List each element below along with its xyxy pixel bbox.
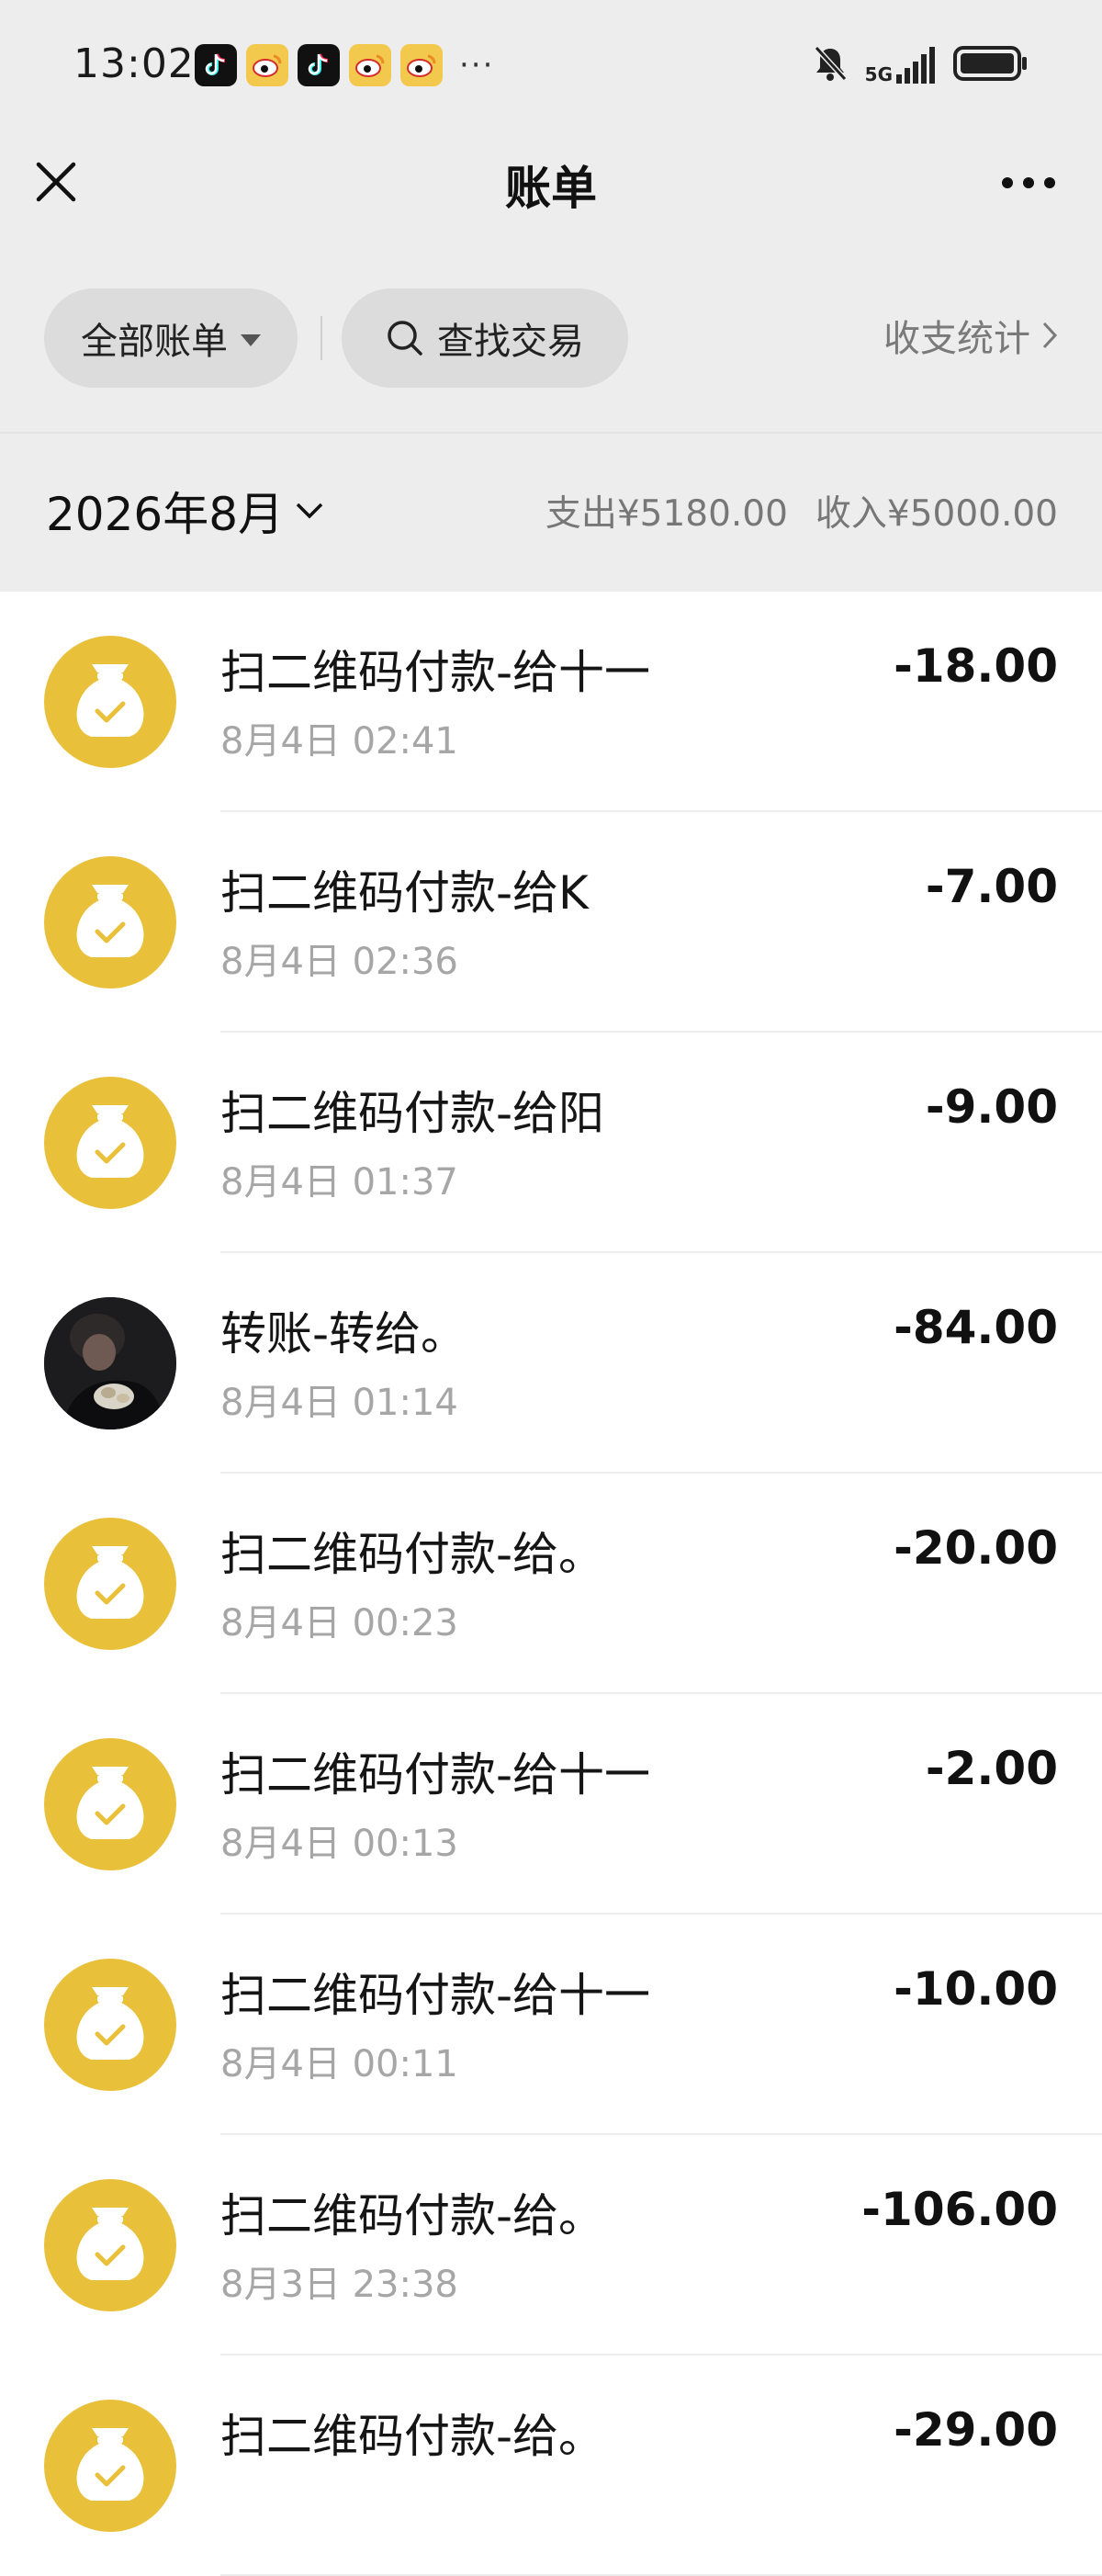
transaction-title: 扫二维码付款-给。 <box>220 2189 605 2243</box>
transaction-title: 扫二维码付款-给十一 <box>220 1748 651 1802</box>
transaction-row[interactable]: 扫二维码付款-给。 8月3日 23:38 -106.00 <box>0 2135 1102 2356</box>
money-bag-icon <box>44 1518 176 1650</box>
all-bills-filter[interactable]: 全部账单 <box>44 288 298 388</box>
weibo-icon <box>246 44 288 86</box>
search-label: 查找交易 <box>437 321 584 363</box>
income-expense-stats-link[interactable]: 收支统计 <box>883 309 1058 362</box>
signal-icon: 5G <box>865 47 937 84</box>
transaction-title: 扫二维码付款-给阳 <box>220 1087 605 1140</box>
transaction-title: 扫二维码付款-给十一 <box>220 1969 651 2022</box>
month-label: 2026年8月 <box>46 488 285 541</box>
transaction-row[interactable]: 转账-转给。 8月4日 01:14 -84.00 <box>0 1253 1102 1474</box>
weibo-icon <box>400 44 443 86</box>
tiktok-icon <box>298 44 340 86</box>
transaction-amount: -29.00 <box>894 2403 1058 2457</box>
month-picker[interactable]: 2026年8月 <box>46 478 324 544</box>
money-bag-icon <box>44 2179 176 2311</box>
network-type: 5G <box>864 63 893 85</box>
transaction-row[interactable]: 扫二维码付款-给。 -29.00 <box>0 2356 1102 2576</box>
transaction-time: 8月4日 00:11 <box>220 2043 458 2085</box>
filter-divider <box>320 316 322 360</box>
money-bag-icon <box>44 636 176 768</box>
chevron-down-icon <box>296 503 323 519</box>
transaction-row[interactable]: 扫二维码付款-给K 8月4日 02:36 -7.00 <box>0 812 1102 1033</box>
money-bag-icon <box>44 2400 176 2532</box>
transaction-row[interactable]: 扫二维码付款-给十一 8月4日 00:11 -10.00 <box>0 1915 1102 2135</box>
mute-bell-icon <box>812 44 849 86</box>
transaction-title: 转账-转给。 <box>220 1307 467 1361</box>
transaction-time: 8月4日 01:37 <box>220 1161 458 1203</box>
more-options-button[interactable] <box>992 155 1065 210</box>
status-time: 13:02 <box>73 40 195 87</box>
search-icon <box>388 321 422 356</box>
transaction-time: 8月4日 01:14 <box>220 1382 458 1424</box>
weibo-icon <box>349 44 391 86</box>
transaction-time: 8月4日 02:36 <box>220 941 458 983</box>
transaction-row[interactable]: 扫二维码付款-给。 8月4日 00:23 -20.00 <box>0 1474 1102 1694</box>
transaction-row[interactable]: 扫二维码付款-给十一 8月4日 02:41 -18.00 <box>0 592 1102 812</box>
system-icons: 5G <box>812 44 1029 86</box>
transaction-time: 8月3日 23:38 <box>220 2264 458 2306</box>
transaction-title: 扫二维码付款-给。 <box>220 1528 605 1581</box>
all-bills-label: 全部账单 <box>81 321 228 363</box>
transaction-title: 扫二维码付款-给。 <box>220 2410 605 2463</box>
transaction-row[interactable]: 扫二维码付款-给阳 8月4日 01:37 -9.00 <box>0 1033 1102 1253</box>
user-avatar <box>44 1297 176 1429</box>
notification-icons: ··· <box>195 44 494 86</box>
money-bag-icon <box>44 856 176 989</box>
month-summary-row: 2026年8月 支出¥5180.00 收入¥5000.00 <box>0 434 1102 592</box>
top-area: 13:02 ··· 5G 账单 全部账单 查找交易 收支统计 2026年8月 支… <box>0 0 1102 592</box>
more-icon <box>1002 177 1055 188</box>
status-bar: 13:02 ··· 5G <box>0 0 1102 133</box>
transaction-amount: -106.00 <box>861 2183 1058 2236</box>
transaction-amount: -9.00 <box>925 1080 1058 1134</box>
transaction-time: 8月4日 00:13 <box>220 1823 458 1865</box>
expense-total: 支出¥5180.00 <box>545 493 788 535</box>
transaction-amount: -18.00 <box>894 639 1058 693</box>
transaction-row[interactable]: 扫二维码付款-给十一 8月4日 00:13 -2.00 <box>0 1694 1102 1915</box>
search-transaction-button[interactable]: 查找交易 <box>342 288 628 388</box>
transaction-title: 扫二维码付款-给十一 <box>220 646 651 699</box>
transaction-amount: -84.00 <box>894 1301 1058 1354</box>
battery-icon <box>953 45 1029 85</box>
transaction-title: 扫二维码付款-给K <box>220 866 589 920</box>
income-total: 收入¥5000.00 <box>815 493 1058 535</box>
money-bag-icon <box>44 1959 176 2091</box>
month-totals: 支出¥5180.00 收入¥5000.00 <box>545 485 1058 537</box>
transaction-time: 8月4日 02:41 <box>220 720 458 763</box>
transaction-list: 扫二维码付款-给十一 8月4日 02:41 -18.00 扫二维码付款-给K 8月4日 … <box>0 592 1102 2576</box>
chevron-right-icon <box>1042 322 1058 349</box>
money-bag-icon <box>44 1077 176 1209</box>
transaction-amount: -10.00 <box>894 1962 1058 2016</box>
transaction-amount: -7.00 <box>925 860 1058 913</box>
stats-label: 收支统计 <box>883 318 1030 360</box>
transaction-amount: -2.00 <box>925 1742 1058 1795</box>
transaction-time: 8月4日 00:23 <box>220 1602 458 1644</box>
transaction-amount: -20.00 <box>894 1521 1058 1575</box>
tiktok-icon <box>195 44 237 86</box>
page-title: 账单 <box>505 162 597 215</box>
more-notifications: ··· <box>459 47 495 84</box>
header: 账单 <box>0 133 1102 225</box>
dropdown-caret-icon <box>241 333 261 346</box>
money-bag-icon <box>44 1738 176 1870</box>
